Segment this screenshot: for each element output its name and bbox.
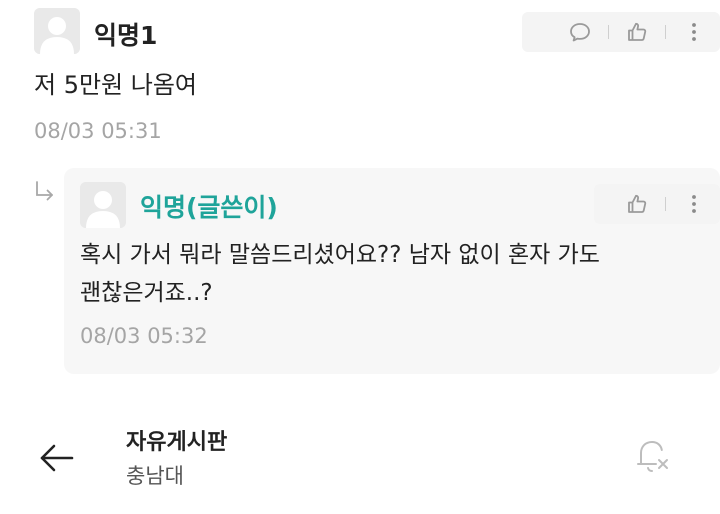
reply-container: 익명(글쓴이) 혹시 가서 뭐라 말씀드리셨어요?? 남자 없이 혼자 가도 괜… [64,168,720,374]
bell-off-icon [637,440,668,472]
action-separator [665,197,666,211]
reply-content-line1: 혹시 가서 뭐라 말씀드리셨어요?? 남자 없이 혼자 가도 [80,242,600,268]
action-separator [665,25,666,39]
more-vertical-icon [692,23,696,41]
comment-button[interactable] [562,14,598,50]
comment-timestamp: 08/03 05:31 [34,119,162,143]
like-button[interactable] [619,14,655,50]
board-header-bar: 자유게시판 충남대 [0,390,720,514]
reply-arrow-icon [32,180,58,206]
like-button[interactable] [619,186,655,222]
reply-timestamp: 08/03 05:32 [80,324,208,348]
default-avatar-icon [34,8,80,54]
board-title: 자유게시판 [126,430,228,455]
thumbs-up-icon [628,194,647,213]
reply-nickname: 익명(글쓴이) [140,193,278,222]
comment-content: 저 5만원 나옴여 [34,71,198,99]
speech-bubble-icon [570,23,590,42]
more-vertical-icon [692,195,696,213]
school-name: 충남대 [126,464,184,488]
avatar [80,182,126,228]
reply-content-line2: 괜찮은거죠..? [80,280,213,306]
more-button[interactable] [676,186,712,222]
thumbs-up-icon [628,22,647,41]
default-avatar-icon [80,182,126,228]
notification-toggle-button[interactable] [630,434,674,478]
avatar [34,8,80,54]
more-button[interactable] [676,14,712,50]
back-arrow-icon [40,444,74,472]
action-separator [608,25,609,39]
comment-nickname: 익명1 [94,21,158,50]
back-button[interactable] [34,440,78,476]
comment-action-bar [522,12,720,52]
reply-action-bar [594,184,720,224]
